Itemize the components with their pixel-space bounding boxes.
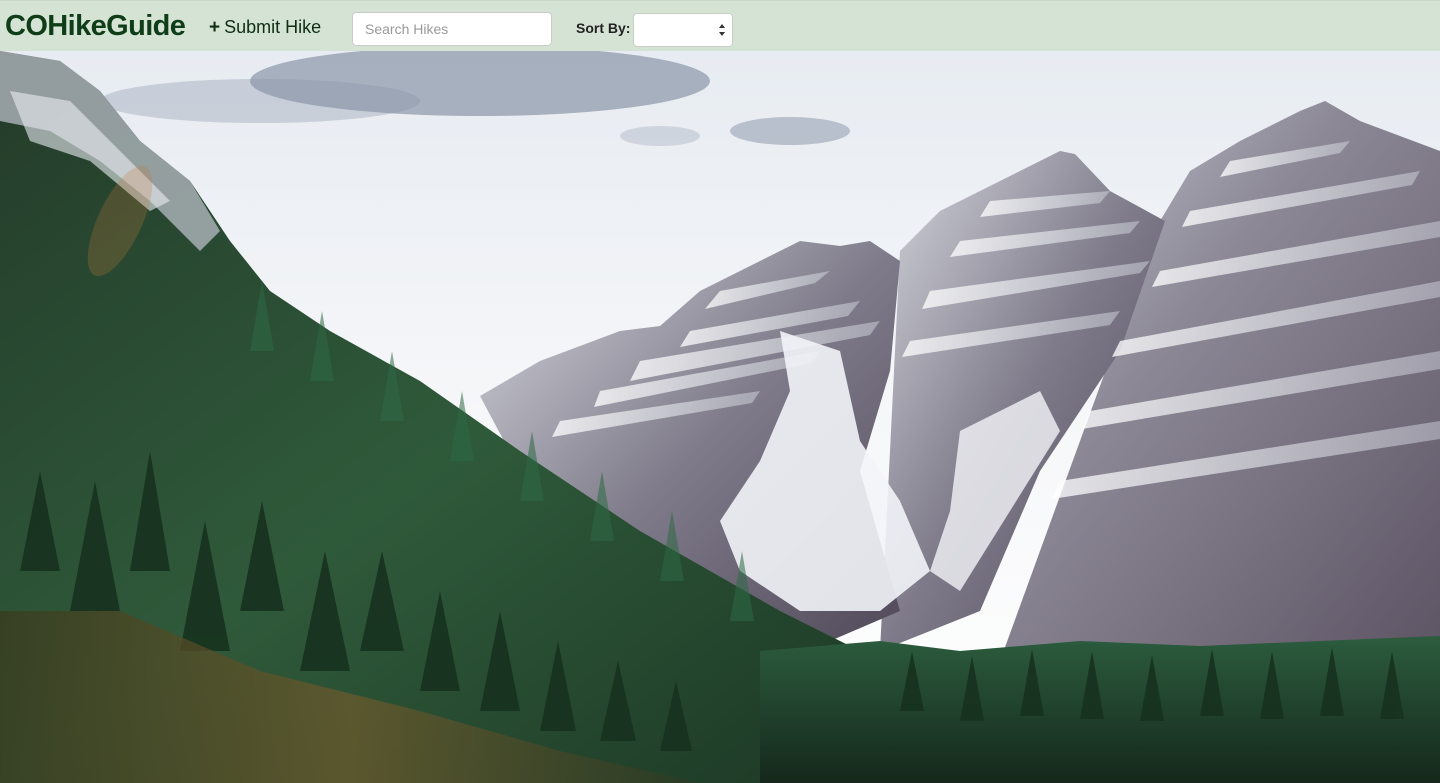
plus-icon: + xyxy=(209,17,221,38)
select-arrows-icon xyxy=(719,24,725,36)
sort-label: Sort By: xyxy=(576,20,631,36)
submit-hike-label: Submit Hike xyxy=(224,17,322,37)
top-navbar: COHikeGuide +Submit Hike Sort By: xyxy=(0,0,1440,51)
search-input[interactable] xyxy=(352,12,552,46)
submit-hike-button[interactable]: + Submit Hike xyxy=(209,16,321,39)
sort-select[interactable] xyxy=(633,13,733,47)
hero-background-image xyxy=(0,51,1440,783)
brand-logo[interactable]: COHikeGuide xyxy=(5,9,186,43)
mountain-landscape-image xyxy=(0,51,1440,783)
